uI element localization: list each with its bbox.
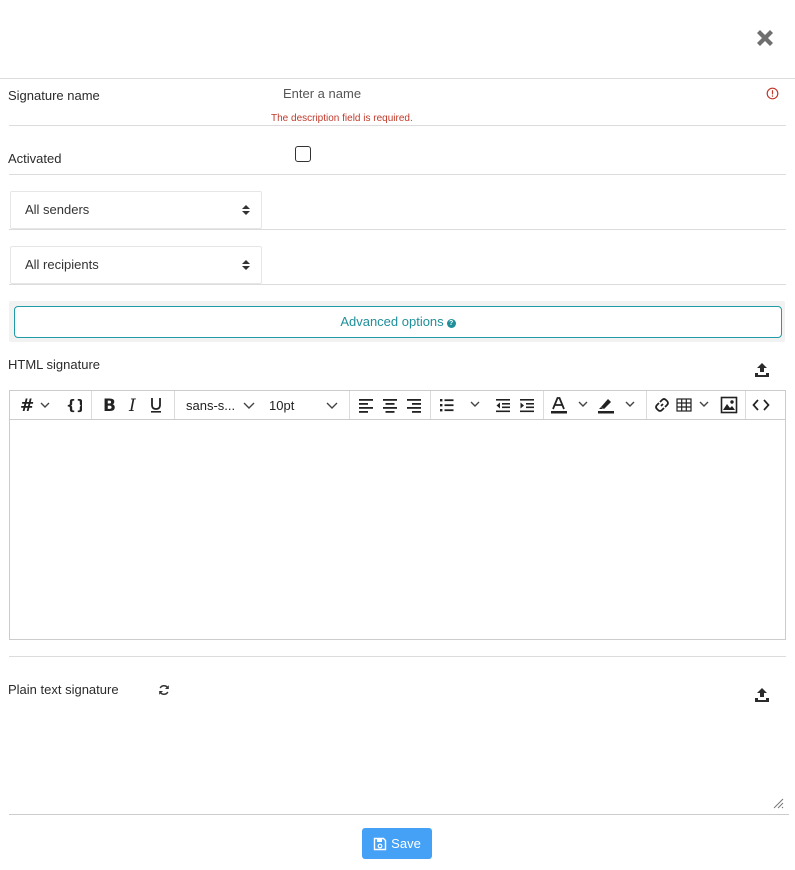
align-right-button[interactable] xyxy=(403,394,425,416)
resize-handle-icon[interactable] xyxy=(772,797,784,809)
image-button[interactable] xyxy=(718,394,740,416)
font-size-select[interactable]: 10pt xyxy=(267,394,351,416)
question-circle-icon: ? xyxy=(446,319,456,328)
activated-label: Activated xyxy=(8,151,62,166)
font-size-value: 10pt xyxy=(269,397,295,413)
font-family-select[interactable]: sans-s... xyxy=(182,394,268,416)
toolbar-separator xyxy=(430,391,431,419)
divider xyxy=(9,656,786,657)
divider xyxy=(9,229,786,230)
html-signature-editor: # {} B I sans-s... xyxy=(9,390,786,640)
advanced-options-button[interactable]: Advanced options? xyxy=(14,306,782,338)
top-divider xyxy=(0,78,795,79)
svg-text:#: # xyxy=(20,396,34,414)
divider xyxy=(9,125,786,126)
upload-icon[interactable] xyxy=(754,362,770,378)
plain-text-signature-label: Plain text signature xyxy=(8,682,119,697)
save-button[interactable]: Save xyxy=(362,828,432,859)
recipients-select-value: All recipients xyxy=(25,257,99,272)
html-signature-label: HTML signature xyxy=(8,357,100,372)
signature-name-input[interactable] xyxy=(275,80,763,106)
indent-button[interactable] xyxy=(516,394,538,416)
senders-select[interactable]: All senders xyxy=(10,191,262,229)
chevron-down-icon xyxy=(326,402,338,409)
save-label: Save xyxy=(391,836,421,851)
divider xyxy=(9,174,786,175)
signature-name-label: Signature name xyxy=(8,88,100,103)
text-color-button[interactable] xyxy=(548,394,592,416)
bullet-list-button[interactable] xyxy=(437,394,485,416)
table-button[interactable] xyxy=(675,394,717,416)
recipients-select[interactable]: All recipients xyxy=(10,246,262,284)
divider xyxy=(9,284,786,285)
senders-select-value: All senders xyxy=(25,202,90,217)
toolbar-separator xyxy=(91,391,92,419)
underline-button[interactable] xyxy=(145,394,167,416)
chevron-down-icon xyxy=(243,402,255,409)
outdent-button[interactable] xyxy=(492,394,514,416)
sort-caret-icon xyxy=(241,259,251,271)
source-code-button[interactable] xyxy=(750,394,772,416)
upload-icon[interactable] xyxy=(754,687,770,703)
error-message: The description field is required. xyxy=(271,113,413,124)
plain-text-signature-input[interactable] xyxy=(9,706,789,815)
close-icon[interactable] xyxy=(752,25,778,51)
editor-toolbar: # {} B I sans-s... xyxy=(10,391,785,420)
toolbar-separator xyxy=(745,391,746,419)
toolbar-separator xyxy=(174,391,175,419)
sort-caret-icon xyxy=(241,204,251,216)
refresh-icon[interactable] xyxy=(158,684,170,696)
html-signature-content[interactable] xyxy=(10,420,785,639)
highlight-button[interactable] xyxy=(595,394,639,416)
link-button[interactable] xyxy=(651,394,673,416)
activated-checkbox[interactable] xyxy=(295,146,311,162)
svg-text:B: B xyxy=(103,396,116,414)
toolbar-separator xyxy=(646,391,647,419)
svg-text:I: I xyxy=(128,396,136,414)
code-braces-icon[interactable]: {} xyxy=(62,394,84,416)
bold-button[interactable]: B xyxy=(98,394,120,416)
align-left-button[interactable] xyxy=(355,394,377,416)
toolbar-separator xyxy=(543,391,544,419)
error-icon xyxy=(766,87,779,100)
toolbar-separator xyxy=(349,391,350,419)
font-family-value: sans-s... xyxy=(186,397,236,413)
advanced-options-label: Advanced options xyxy=(340,314,444,329)
heading-button[interactable]: # xyxy=(18,394,54,416)
italic-button[interactable]: I xyxy=(122,394,144,416)
align-center-button[interactable] xyxy=(379,394,401,416)
floppy-disk-icon xyxy=(373,837,387,850)
advanced-options-panel: Advanced options? xyxy=(9,301,785,342)
svg-text:{}: {} xyxy=(66,398,82,414)
